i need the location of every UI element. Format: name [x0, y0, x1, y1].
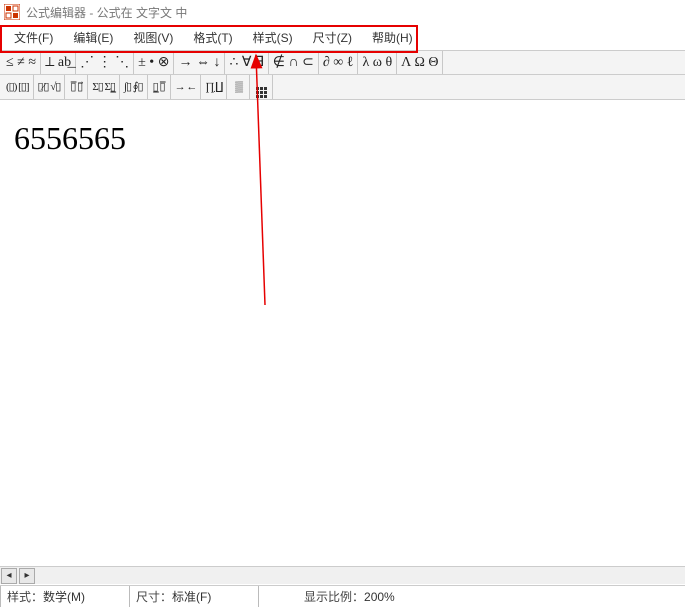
editor-area[interactable]: 6556565	[0, 100, 685, 580]
horizontal-scrollbar[interactable]: ◂ ▸	[0, 566, 685, 584]
palette-arrows[interactable]: → ⇔ ↓	[178, 53, 220, 73]
statusbar: 样式： 数学(M) 尺寸： 标准(F) 显示比例： 200%	[0, 585, 685, 607]
toolbar-row-2: (▯) [▯] ▯⁄▯ √▯ ▯̅ ▯⃗ Σ▯ Σ▯̲ ∫▯ ∮▯ ▯̲ ▯̅ …	[0, 75, 685, 100]
status-zoom-label: 显示比例：	[304, 588, 364, 605]
menu-size[interactable]: 尺寸(Z)	[303, 27, 362, 48]
window-title: 公式编辑器 - 公式在 文字文 中	[26, 4, 187, 21]
status-style[interactable]: 样式： 数学(M)	[0, 586, 130, 607]
palette-spaces[interactable]: ⟂ ab͟	[45, 53, 71, 73]
template-products[interactable]: ∏̣ ∐̣	[205, 77, 222, 97]
status-size[interactable]: 尺寸： 标准(F)	[129, 586, 259, 607]
template-underover[interactable]: ▯̲ ▯̅	[152, 77, 166, 97]
palette-logic[interactable]: ∴ ∀ ∃	[229, 53, 263, 73]
status-size-label: 尺寸：	[136, 588, 172, 605]
status-zoom-value: 200%	[364, 590, 395, 604]
template-sums[interactable]: Σ▯ Σ▯̲	[92, 77, 115, 97]
palette-operators[interactable]: ± • ⊗	[138, 53, 169, 73]
menubar: 文件(F) 编辑(E) 视图(V) 格式(T) 样式(S) 尺寸(Z) 帮助(H…	[0, 24, 685, 50]
menu-view[interactable]: 视图(V)	[123, 27, 183, 48]
status-style-label: 样式：	[7, 588, 43, 605]
palette-greek-lower[interactable]: λ ω θ	[362, 53, 392, 73]
toolbar-row-1: ≤ ≠ ≈ ⟂ ab͟ ⋰ ⋮ ⋱ ± • ⊗ → ⇔ ↓ ∴ ∀ ∃ ∉ ∩ …	[0, 50, 685, 75]
grid-icon	[256, 87, 267, 98]
palette-greek-upper[interactable]: Λ Ω Θ	[401, 53, 438, 73]
menu-help[interactable]: 帮助(H)	[362, 27, 423, 48]
palette-dots[interactable]: ⋰ ⋮ ⋱	[80, 53, 129, 73]
scroll-left-icon[interactable]: ◂	[1, 568, 17, 584]
template-fences[interactable]: (▯) [▯]	[6, 77, 29, 97]
palette-misc[interactable]: ∂ ∞ ℓ	[323, 53, 354, 73]
template-overbar[interactable]: ▯̅ ▯⃗	[69, 77, 83, 97]
template-matrix[interactable]: ▒	[231, 77, 245, 97]
menu-style[interactable]: 样式(S)	[243, 27, 303, 48]
menu-file[interactable]: 文件(F)	[4, 27, 63, 48]
status-zoom[interactable]: 显示比例： 200%	[298, 586, 401, 607]
app-icon	[4, 4, 20, 20]
menu-format[interactable]: 格式(T)	[183, 27, 242, 48]
palette-relations[interactable]: ≤ ≠ ≈	[6, 53, 36, 73]
menu-edit[interactable]: 编辑(E)	[63, 27, 123, 48]
formula-content[interactable]: 6556565	[14, 120, 671, 157]
template-fractions[interactable]: ▯⁄▯ √▯	[38, 77, 61, 97]
titlebar: 公式编辑器 - 公式在 文字文 中	[0, 0, 685, 24]
status-style-value: 数学(M)	[43, 588, 85, 605]
status-size-value: 标准(F)	[172, 588, 211, 605]
template-grid-icon[interactable]	[254, 77, 268, 98]
template-labeled-arrows[interactable]: → ←	[175, 77, 197, 97]
palette-set[interactable]: ∉ ∩ ⊂	[273, 53, 314, 73]
template-integrals[interactable]: ∫▯ ∮▯	[124, 77, 143, 97]
scroll-right-icon[interactable]: ▸	[19, 568, 35, 584]
